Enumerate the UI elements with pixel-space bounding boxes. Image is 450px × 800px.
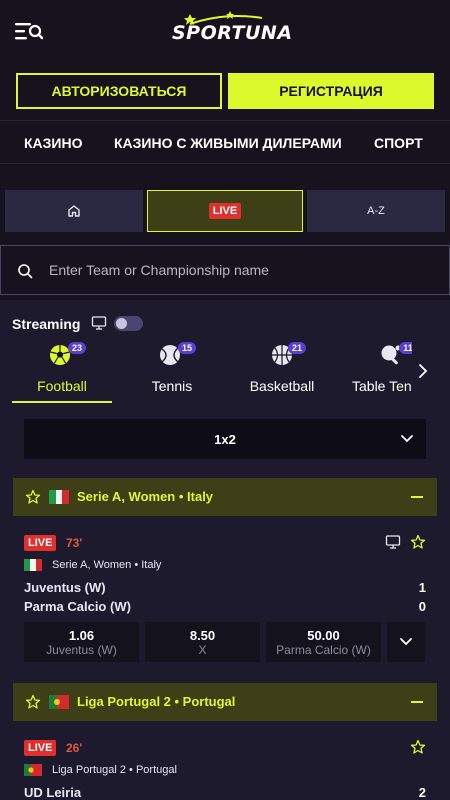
odd-button-home[interactable]: 1.06 Juventus (W) bbox=[24, 622, 139, 662]
odd-name: X bbox=[198, 642, 207, 657]
portugal-flag-icon bbox=[49, 695, 69, 709]
tab-az[interactable]: A-Z bbox=[307, 190, 445, 232]
market-select-value: 1x2 bbox=[214, 431, 236, 447]
logo-text: SPORTUNA bbox=[172, 22, 293, 44]
live-badge: LIVE bbox=[24, 535, 57, 551]
team-home: Juventus (W) bbox=[24, 580, 106, 595]
star-icon[interactable] bbox=[25, 489, 41, 505]
menu-search-icon[interactable] bbox=[14, 20, 44, 44]
odd-value: 1.06 bbox=[68, 627, 95, 643]
nav-item-sport[interactable]: СПОРТ bbox=[374, 135, 423, 151]
italy-flag-icon bbox=[24, 559, 42, 571]
live-badge: LIVE bbox=[208, 203, 242, 219]
tab-home[interactable] bbox=[5, 190, 143, 232]
match-minute: 73' bbox=[66, 536, 83, 550]
star-icon[interactable] bbox=[410, 534, 426, 550]
login-button[interactable]: АВТОРИЗОВАТЬСЯ bbox=[16, 73, 222, 109]
sport-label: Football bbox=[37, 378, 87, 394]
match-card[interactable]: LIVE 73' Serie A, Women • Italy Juventus… bbox=[13, 524, 437, 674]
sport-tennis[interactable]: 15 Tennis bbox=[122, 340, 222, 404]
sport-label: Basketball bbox=[249, 378, 315, 394]
active-sport-indicator bbox=[12, 401, 112, 403]
team-away: Parma Calcio (W) bbox=[24, 599, 131, 614]
match-league: Serie A, Women • Italy bbox=[52, 559, 162, 571]
odd-button-away[interactable]: 50.00 Parma Calcio (W) bbox=[266, 622, 381, 662]
odd-value: 50.00 bbox=[307, 627, 340, 643]
nav-item-casino[interactable]: КАЗИНО bbox=[24, 135, 83, 151]
odd-name: Juventus (W) bbox=[46, 642, 117, 657]
odd-name: Parma Calcio (W) bbox=[276, 642, 371, 657]
main-nav: КАЗИНО КАЗИНО С ЖИВЫМИ ДИЛЕРАМИ СПОРТ bbox=[0, 120, 450, 164]
chevron-down-icon bbox=[400, 638, 412, 646]
collapse-icon[interactable] bbox=[411, 701, 423, 703]
sport-label: Tennis bbox=[151, 378, 193, 394]
sport-count-badge: 11 bbox=[399, 342, 412, 354]
league-header[interactable]: Serie A, Women • Italy bbox=[13, 478, 437, 516]
toggle-knob bbox=[116, 318, 127, 329]
match-league: Liga Portugal 2 • Portugal bbox=[52, 764, 177, 776]
live-badge: LIVE bbox=[24, 740, 57, 756]
logo[interactable]: SPORTUNA bbox=[170, 10, 292, 50]
star-icon[interactable] bbox=[25, 694, 41, 710]
search-input[interactable] bbox=[49, 260, 429, 280]
tv-icon[interactable] bbox=[385, 534, 401, 550]
team-home: UD Leiria bbox=[24, 785, 82, 800]
portugal-flag-icon bbox=[24, 764, 42, 776]
chevron-right-icon[interactable] bbox=[416, 362, 430, 380]
register-button[interactable]: РЕГИСТРАЦИЯ bbox=[228, 73, 434, 109]
header: SPORTUNA bbox=[0, 0, 450, 64]
chevron-down-icon bbox=[401, 435, 413, 443]
sport-count-badge: 15 bbox=[178, 342, 197, 354]
home-icon bbox=[68, 205, 80, 217]
section-tabs: LIVE A-Z bbox=[0, 185, 450, 235]
score-home: 2 bbox=[418, 785, 426, 800]
odd-value: 8.50 bbox=[189, 627, 216, 643]
market-select[interactable]: 1x2 bbox=[24, 419, 426, 459]
tab-az-label: A-Z bbox=[367, 205, 385, 217]
sport-count-badge: 21 bbox=[288, 342, 307, 354]
score-home: 1 bbox=[418, 580, 426, 595]
tv-icon bbox=[91, 316, 107, 330]
league-title: Liga Portugal 2 • Portugal bbox=[77, 694, 236, 709]
italy-flag-icon bbox=[49, 490, 69, 504]
match-minute: 26' bbox=[66, 741, 83, 755]
star-icon[interactable] bbox=[410, 739, 426, 755]
sport-football[interactable]: 23 Football bbox=[12, 340, 112, 404]
odd-button-draw[interactable]: 8.50 X bbox=[145, 622, 260, 662]
search-icon bbox=[18, 264, 33, 279]
tab-live[interactable]: LIVE bbox=[147, 190, 303, 232]
sport-count-badge: 23 bbox=[68, 342, 87, 354]
sport-basketball[interactable]: 21 Basketball bbox=[232, 340, 332, 404]
streaming-label: Streaming bbox=[12, 316, 81, 332]
collapse-icon[interactable] bbox=[411, 496, 423, 498]
more-markets-button[interactable] bbox=[387, 622, 425, 662]
league-header[interactable]: Liga Portugal 2 • Portugal bbox=[13, 683, 437, 721]
nav-item-live-casino[interactable]: КАЗИНО С ЖИВЫМИ ДИЛЕРАМИ bbox=[114, 135, 342, 151]
streaming-toggle[interactable] bbox=[114, 316, 143, 331]
score-away: 0 bbox=[418, 599, 426, 614]
sport-label: Table Tennis bbox=[352, 378, 412, 394]
match-card[interactable]: LIVE 26' Liga Portugal 2 • Portugal UD L… bbox=[13, 729, 437, 800]
sport-table-tennis[interactable]: 11 Table Tennis bbox=[344, 340, 412, 404]
league-title: Serie A, Women • Italy bbox=[77, 489, 214, 504]
search-box bbox=[0, 245, 450, 295]
